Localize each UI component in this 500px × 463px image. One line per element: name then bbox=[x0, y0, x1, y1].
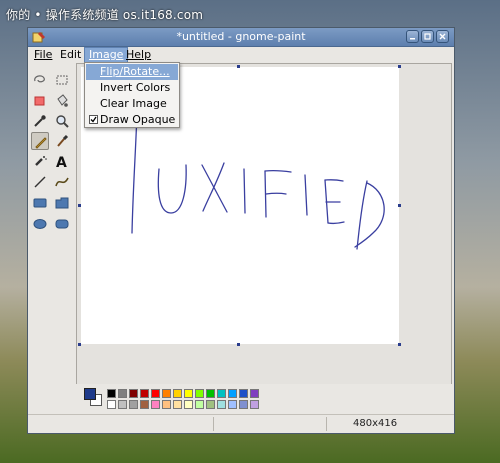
resize-handle-right[interactable] bbox=[398, 204, 401, 207]
minimize-button[interactable] bbox=[406, 30, 419, 43]
lasso-select-icon bbox=[34, 75, 45, 83]
tool-color-picker[interactable] bbox=[31, 112, 49, 130]
tool-line[interactable] bbox=[31, 173, 49, 191]
image-menu-dropdown: Flip/Rotate... Invert Colors Clear Image… bbox=[84, 62, 180, 128]
tool-text[interactable]: A bbox=[53, 152, 71, 170]
palette-swatch[interactable] bbox=[206, 389, 215, 398]
palette-swatch[interactable] bbox=[195, 400, 204, 409]
palette-swatch[interactable] bbox=[239, 389, 248, 398]
watermark: 你的 • 操作系统频道 os.it168.com bbox=[6, 6, 203, 23]
watermark-text: 操作系统频道 os.it168.com bbox=[45, 8, 204, 22]
status-separator bbox=[326, 417, 327, 431]
palette-swatch[interactable] bbox=[151, 389, 160, 398]
eraser-icon bbox=[34, 96, 45, 106]
tool-polygon[interactable] bbox=[53, 194, 71, 212]
primary-color[interactable] bbox=[84, 388, 96, 400]
rounded-rectangle-icon bbox=[55, 219, 69, 229]
text-icon: A bbox=[56, 155, 67, 169]
tool-rectangle[interactable] bbox=[31, 194, 49, 212]
airbrush-icon bbox=[35, 156, 47, 166]
menu-edit[interactable]: Edit bbox=[56, 47, 85, 63]
palette-swatch[interactable] bbox=[162, 400, 171, 409]
resize-handle-top-right[interactable] bbox=[398, 65, 401, 68]
palette-swatch[interactable] bbox=[107, 400, 116, 409]
palette-swatch[interactable] bbox=[250, 389, 259, 398]
palette-swatch[interactable] bbox=[129, 389, 138, 398]
tool-lasso-select[interactable] bbox=[31, 71, 49, 89]
menu-item-invert-colors[interactable]: Invert Colors bbox=[86, 80, 178, 96]
minimize-icon bbox=[410, 38, 415, 40]
palette-swatch[interactable] bbox=[118, 389, 127, 398]
close-icon bbox=[439, 33, 446, 40]
tool-curve[interactable] bbox=[53, 173, 71, 191]
status-separator bbox=[213, 417, 214, 431]
watermark-prefix: 你的 bbox=[6, 8, 31, 22]
status-bar: 480x416 bbox=[28, 414, 454, 434]
palette-swatch[interactable] bbox=[184, 389, 193, 398]
palette-swatch[interactable] bbox=[206, 400, 215, 409]
maximize-button[interactable] bbox=[421, 30, 434, 43]
palette-swatch[interactable] bbox=[118, 400, 127, 409]
tool-airbrush[interactable] bbox=[31, 152, 49, 170]
tool-fill[interactable] bbox=[53, 92, 71, 110]
palette-swatch[interactable] bbox=[173, 389, 182, 398]
menu-item-clear-image[interactable]: Clear Image bbox=[86, 96, 178, 112]
line-icon bbox=[34, 176, 46, 188]
palette-swatch[interactable] bbox=[184, 400, 193, 409]
menu-help[interactable]: Help bbox=[122, 47, 155, 63]
ellipse-icon bbox=[33, 219, 47, 229]
tool-ellipse[interactable] bbox=[31, 215, 49, 233]
palette-swatch[interactable] bbox=[162, 389, 171, 398]
palette-swatch[interactable] bbox=[173, 400, 182, 409]
palette-swatch[interactable] bbox=[107, 389, 116, 398]
paintbrush-icon bbox=[57, 134, 69, 147]
close-button[interactable] bbox=[436, 30, 449, 43]
tool-eraser[interactable] bbox=[31, 92, 49, 110]
resize-handle-bottom-left[interactable] bbox=[78, 343, 81, 346]
rectangle-select-icon bbox=[56, 75, 68, 85]
resize-handle-left[interactable] bbox=[78, 204, 81, 207]
window-title: *untitled - gnome-paint bbox=[176, 30, 306, 43]
svg-text:A: A bbox=[56, 155, 67, 169]
palette-swatch[interactable] bbox=[217, 400, 226, 409]
palette-swatch[interactable] bbox=[151, 400, 160, 409]
fill-bucket-icon bbox=[57, 94, 68, 107]
pencil-icon bbox=[35, 137, 47, 149]
title-bar[interactable]: *untitled - gnome-paint bbox=[28, 28, 454, 47]
resize-handle-top[interactable] bbox=[237, 65, 240, 68]
color-picker-icon bbox=[34, 115, 46, 127]
current-colors[interactable] bbox=[84, 388, 102, 406]
maximize-icon bbox=[424, 33, 431, 40]
menu-item-draw-opaque[interactable]: Draw Opaque bbox=[86, 112, 178, 128]
menu-item-flip-rotate[interactable]: Flip/Rotate... bbox=[86, 64, 178, 80]
tool-paintbrush[interactable] bbox=[53, 132, 71, 150]
color-palette bbox=[76, 384, 452, 414]
palette-swatch[interactable] bbox=[140, 400, 149, 409]
palette-swatch[interactable] bbox=[228, 389, 237, 398]
resize-handle-bottom[interactable] bbox=[237, 343, 240, 346]
polygon-icon bbox=[55, 197, 69, 209]
palette-swatch[interactable] bbox=[195, 389, 204, 398]
watermark-dot: • bbox=[34, 8, 42, 22]
curve-icon bbox=[55, 177, 69, 187]
checkbox-icon[interactable] bbox=[89, 115, 98, 124]
rectangle-icon bbox=[33, 198, 47, 208]
palette-swatch[interactable] bbox=[129, 400, 138, 409]
image-size-label: 480x416 bbox=[353, 418, 398, 429]
tool-pencil[interactable] bbox=[31, 132, 49, 150]
menu-file[interactable]: File bbox=[30, 47, 56, 63]
palette-swatch[interactable] bbox=[250, 400, 259, 409]
resize-handle-bottom-right[interactable] bbox=[398, 343, 401, 346]
palette-swatch[interactable] bbox=[140, 389, 149, 398]
zoom-icon bbox=[56, 115, 69, 128]
palette-swatch[interactable] bbox=[217, 389, 226, 398]
tool-rounded-rectangle[interactable] bbox=[53, 215, 71, 233]
tool-rectangle-select[interactable] bbox=[53, 71, 71, 89]
palette-swatch[interactable] bbox=[228, 400, 237, 409]
tool-zoom[interactable] bbox=[53, 112, 71, 130]
palette-swatch[interactable] bbox=[239, 400, 248, 409]
